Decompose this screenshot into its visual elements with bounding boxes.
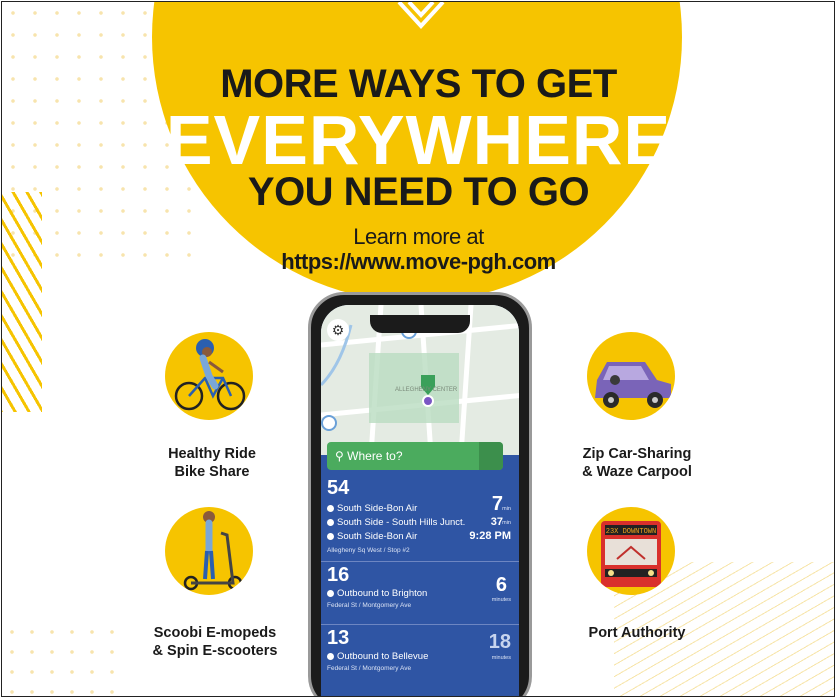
stop-name: Federal St / Montgomery Ave [327, 602, 412, 609]
port-authority-label: Port Authority [588, 625, 686, 641]
route-card-13[interactable]: 13 Outbound to Bellevue Federal St / Mon… [321, 625, 519, 687]
scooter-line1: Scoobi E-mopeds [153, 625, 277, 641]
phone-screen: ALLEGHENY CENTER ⚙ ⚲ Where to? 54 South … [321, 305, 519, 696]
route-line: Outbound to Brighton [327, 588, 427, 599]
poster: MORE WAYS TO GET EVERYWHERE YOU NEED TO … [1, 1, 835, 697]
headline-line2: EVERYWHERE [165, 101, 672, 179]
headline-line3: YOU NEED TO GO [247, 170, 590, 214]
arrival-unit: minutes [491, 655, 511, 661]
direction-icon [327, 519, 334, 526]
arrival-unit: minutes [491, 597, 511, 603]
website-link[interactable]: https://www.move-pgh.com [2, 249, 834, 275]
phone-mockup: ALLEGHENY CENTER ⚙ ⚲ Where to? 54 South … [308, 292, 532, 696]
stop-name: Federal St / Montgomery Ave [327, 665, 412, 672]
car-sharing-line1: Zip Car-Sharing [582, 446, 692, 462]
car-sharing-label: Zip Car-Sharing & Waze Carpool [572, 445, 702, 481]
direction-icon [327, 590, 334, 597]
direction-icon [327, 533, 334, 540]
arrival-time: 9:28 PM [469, 530, 511, 542]
arrival-time: 18 [488, 631, 511, 653]
arrival-unit: min [502, 506, 511, 512]
map-pin-icon[interactable] [479, 442, 503, 470]
direction-icon [327, 505, 334, 512]
scooter-line2: & Spin E-scooters [152, 643, 278, 659]
search-placeholder: Where to? [347, 449, 403, 463]
route-number: 54 [327, 477, 350, 499]
search-icon: ⚲ [335, 449, 344, 463]
direction-icon [327, 653, 334, 660]
route-line-text: Outbound to Bellevue [337, 651, 429, 662]
arrival-time: 7 [491, 493, 503, 515]
route-line-text: South Side - South Hills Junct. [337, 517, 466, 528]
route-line: South Side-Bon Air [327, 531, 417, 542]
bike-share-line1: Healthy Ride [168, 446, 256, 462]
scooter-icon [165, 507, 253, 595]
route-card-54[interactable]: 54 South Side-Bon Air South Side - South… [321, 475, 519, 562]
bus-icon: 23X DOWNTOWN [587, 507, 675, 595]
route-line-text: Outbound to Brighton [337, 588, 428, 599]
route-number: 16 [327, 564, 350, 586]
bike-share-label: Healthy Ride Bike Share [162, 445, 262, 481]
arrival-time: 6 [495, 574, 507, 596]
route-line: Outbound to Bellevue [327, 651, 428, 662]
route-number: 13 [327, 627, 350, 649]
search-input[interactable]: ⚲ Where to? [327, 442, 503, 470]
gear-icon[interactable]: ⚙ [327, 319, 349, 341]
dot-pattern-bottom [2, 622, 122, 696]
scooter-label: Scoobi E-mopeds & Spin E-scooters [140, 624, 290, 660]
phone-notch [370, 315, 470, 333]
bus-destination-sign: 23X DOWNTOWN [606, 528, 656, 536]
car-icon [587, 332, 675, 420]
route-line: South Side - South Hills Junct. [327, 517, 465, 528]
chevron-down-icon [397, 2, 445, 29]
map-area-label: ALLEGHENY CENTER [395, 387, 458, 393]
bike-share-line2: Bike Share [174, 464, 250, 480]
route-card-16[interactable]: 16 Outbound to Brighton Federal St / Mon… [321, 562, 519, 625]
stop-name: Allegheny Sq West / Stop #2 [327, 547, 410, 554]
route-line-text: South Side-Bon Air [337, 503, 418, 514]
car-sharing-line2: & Waze Carpool [582, 464, 692, 480]
learn-more-text: Learn more at [353, 224, 484, 249]
route-line: South Side-Bon Air [327, 503, 417, 514]
arrival-unit: min [502, 520, 511, 526]
cyclist-icon [165, 332, 253, 420]
route-line-text: South Side-Bon Air [337, 531, 418, 542]
